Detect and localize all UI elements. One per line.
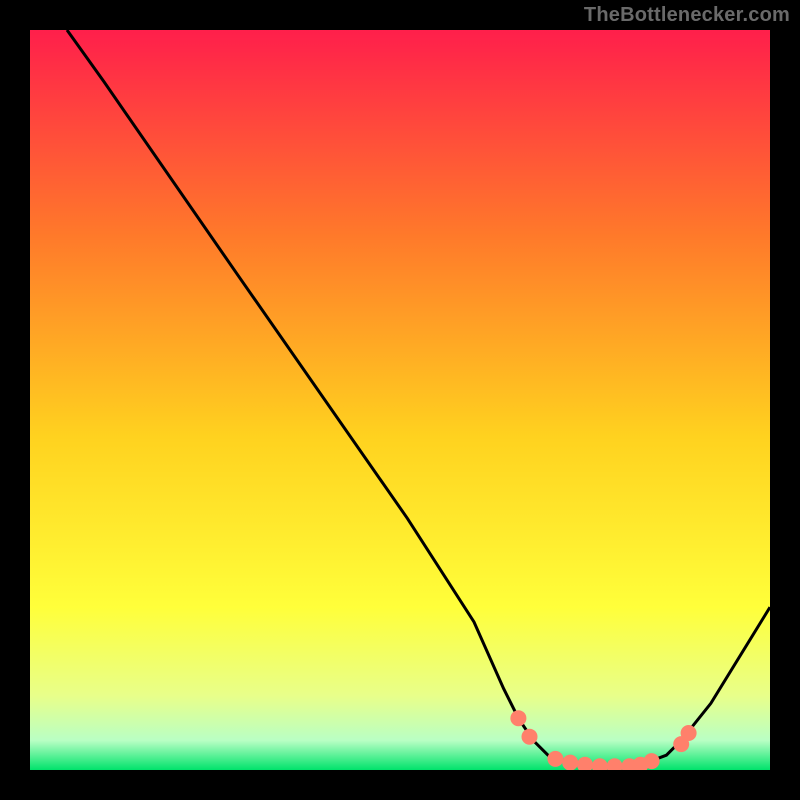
curve-marker (510, 710, 526, 726)
curve-marker (644, 753, 660, 769)
curve-marker (547, 751, 563, 767)
curve-marker (522, 729, 538, 745)
curve-marker (681, 725, 697, 741)
bottleneck-chart (30, 30, 770, 770)
watermark-text: TheBottlenecker.com (584, 4, 790, 27)
chart-frame: TheBottlenecker.com (0, 0, 800, 800)
curve-marker (562, 755, 578, 770)
gradient-background (30, 30, 770, 770)
